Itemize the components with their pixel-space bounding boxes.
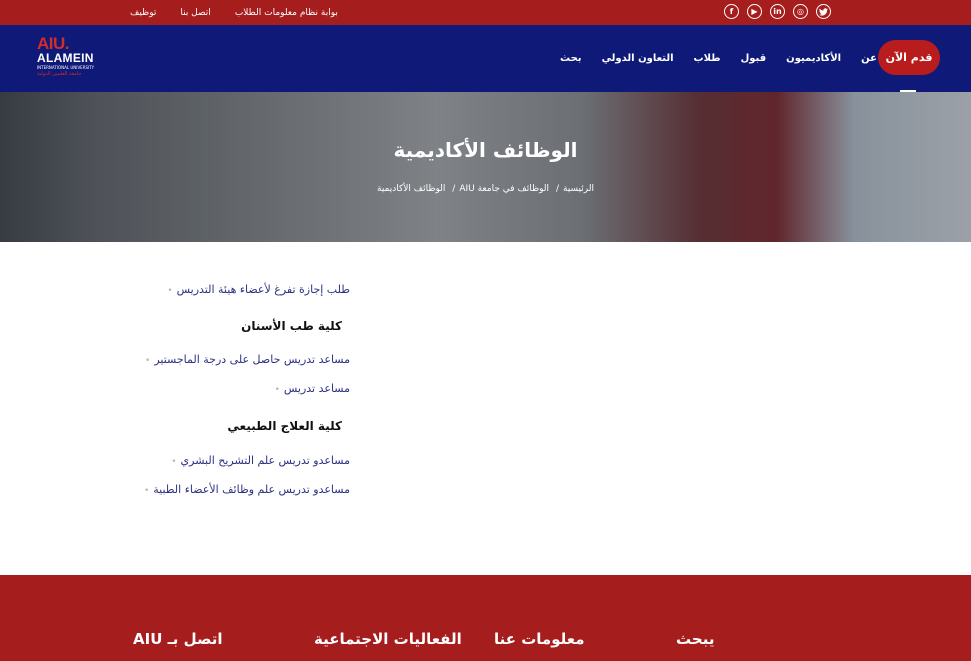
top-link-careers[interactable]: توظيف	[130, 8, 156, 18]
nav-item-admission[interactable]: قبول	[741, 25, 767, 92]
top-links: بوابة نظام معلومات الطلاب اتصل بنا توظيف	[130, 0, 338, 25]
nav-item-international[interactable]: التعاون الدولي	[602, 25, 674, 92]
job-link-label[interactable]: مساعد تدريس حاصل على درجة الماجستير	[154, 353, 350, 366]
breadcrumb-current: الوظائف الأكاديمية	[377, 184, 446, 194]
footer-heading-about: معلومات عنا	[494, 630, 585, 648]
breadcrumb-careers[interactable]: الوظائف في جامعة AIU	[459, 184, 549, 194]
job-link-label[interactable]: طلب إجازة تفرغ لأعضاء هيئة التدريس	[177, 283, 350, 296]
apply-now-button[interactable]: قدم الآن	[878, 40, 940, 75]
job-link-label[interactable]: مساعد تدريس	[284, 382, 350, 395]
main-navbar: AIU. ALAMEIN INTERNATIONAL UNIVERSITY جا…	[0, 25, 971, 92]
nav-item-research[interactable]: بحث	[560, 25, 582, 92]
facebook-icon[interactable]: f	[724, 4, 739, 19]
footer-heading-social-events: الفعاليات الاجتماعية	[314, 630, 462, 648]
job-link-label[interactable]: مساعدو تدريس علم التشريح البشري	[181, 454, 350, 467]
social-links: f ▶ in ◎	[724, 4, 831, 19]
university-logo[interactable]: AIU. ALAMEIN INTERNATIONAL UNIVERSITY جا…	[37, 35, 117, 85]
breadcrumb-separator: /	[555, 184, 559, 194]
breadcrumb-home[interactable]: الرئيسية	[563, 184, 594, 194]
nav-menu: بيت عن الأكاديميون قبول طلاب التعاون الد…	[560, 25, 917, 92]
job-link-label[interactable]: مساعدو تدريس علم وظائف الأعضاء الطبية	[153, 483, 350, 496]
bullet-icon: •	[274, 385, 280, 395]
job-link[interactable]: مساعد تدريس حاصل على درجة الماجستير•	[145, 353, 350, 366]
footer-heading-research: يبحث	[676, 630, 715, 648]
breadcrumb: الرئيسية/ الوظائف في جامعة AIU/ الوظائف …	[0, 184, 971, 194]
nav-item-academics[interactable]: الأكاديميون	[786, 25, 841, 92]
nav-item-about[interactable]: عن	[861, 25, 877, 92]
job-link[interactable]: طلب إجازة تفرغ لأعضاء هيئة التدريس •	[167, 283, 350, 296]
youtube-icon[interactable]: ▶	[747, 4, 762, 19]
bullet-icon: •	[145, 356, 151, 366]
footer-heading-contact: اتصل بـ AIU	[133, 630, 223, 648]
top-link-contact[interactable]: اتصل بنا	[180, 8, 210, 18]
section-heading-physiotherapy: كلية العلاج الطبيعي	[227, 419, 342, 433]
logo-arabic: جامعة العلمين الدولية	[37, 71, 82, 77]
job-link[interactable]: مساعدو تدريس علم وظائف الأعضاء الطبية•	[144, 483, 350, 496]
breadcrumb-separator: /	[452, 184, 456, 194]
page-title: الوظائف الأكاديمية	[393, 138, 578, 162]
top-link-student-portal[interactable]: بوابة نظام معلومات الطلاب	[235, 8, 338, 18]
linkedin-icon[interactable]: in	[770, 4, 785, 19]
page-hero: الوظائف الأكاديمية الرئيسية / الوظائف في …	[0, 92, 971, 242]
site-footer: يبحث معلومات عنا الفعاليات الاجتماعية ات…	[0, 575, 971, 661]
section-heading-dentistry: كلية طب الأسنان	[241, 319, 342, 333]
logo-brand: AIU.	[37, 34, 70, 53]
bullet-icon: •	[143, 486, 150, 496]
nav-item-students[interactable]: طلاب	[694, 25, 721, 92]
logo-name: ALAMEIN	[37, 51, 94, 65]
twitter-icon[interactable]	[816, 4, 831, 19]
instagram-icon[interactable]: ◎	[793, 4, 808, 19]
job-link[interactable]: مساعد تدريس •	[275, 382, 350, 395]
job-link[interactable]: مساعدو تدريس علم التشريح البشري •	[171, 454, 350, 467]
bullet-icon: •	[171, 457, 177, 467]
bullet-icon: •	[167, 286, 173, 296]
top-bar: بوابة نظام معلومات الطلاب اتصل بنا توظيف…	[0, 0, 971, 25]
